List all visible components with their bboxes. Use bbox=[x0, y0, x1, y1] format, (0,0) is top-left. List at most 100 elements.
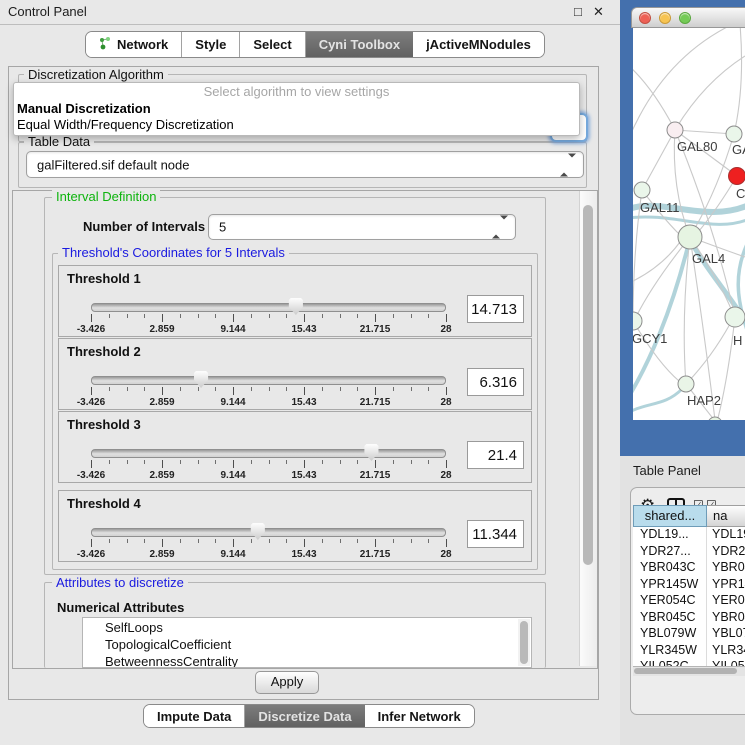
table-row[interactable]: YBR045CYBR04 bbox=[633, 610, 745, 627]
tab-style[interactable]: Style bbox=[182, 32, 240, 57]
table-cell-name[interactable]: YDL19 bbox=[707, 527, 745, 544]
slider-track[interactable] bbox=[91, 528, 446, 537]
slider-tick bbox=[357, 539, 358, 543]
threshold-3-slider[interactable]: -3.4262.8599.14415.4321.71528 bbox=[91, 446, 446, 480]
dropdown-option-equal-width[interactable]: Equal Width/Frequency Discretization bbox=[14, 117, 579, 133]
network-node-H-node[interactable] bbox=[725, 307, 745, 327]
close-panel-icon[interactable]: ✕ bbox=[593, 4, 604, 20]
slider-thumb[interactable] bbox=[250, 523, 266, 540]
table-row[interactable]: YDR27...YDR27 bbox=[633, 544, 745, 561]
network-edge-highlighted[interactable] bbox=[633, 217, 745, 224]
table-cell-shared-name[interactable]: YIL052C bbox=[633, 659, 707, 666]
tab-network[interactable]: Network bbox=[86, 32, 182, 57]
network-node-bottom-node[interactable] bbox=[708, 417, 722, 420]
attribute-item-betweennesscentrality[interactable]: BetweennessCentrality bbox=[83, 653, 531, 668]
threshold-2-slider[interactable]: -3.4262.8599.14415.4321.71528 bbox=[91, 373, 446, 407]
apply-button[interactable]: Apply bbox=[255, 671, 319, 694]
slider-track[interactable] bbox=[91, 303, 446, 312]
settings-vertical-scrollbar[interactable] bbox=[579, 191, 597, 666]
network-node-GAL80[interactable] bbox=[667, 122, 683, 138]
table-cell-name[interactable]: YBR04 bbox=[707, 610, 745, 627]
list-scrollbar-thumb[interactable] bbox=[520, 621, 528, 664]
table-row[interactable]: YPR145WYPR14 bbox=[633, 577, 745, 594]
network-edge[interactable] bbox=[633, 28, 733, 138]
threshold-4-value-field[interactable]: 11.344 bbox=[467, 520, 524, 548]
network-edge[interactable] bbox=[675, 56, 745, 130]
table-cell-name[interactable]: YPR14 bbox=[707, 577, 745, 594]
tab-select[interactable]: Select bbox=[240, 32, 305, 57]
slider-scale-label: 2.859 bbox=[149, 470, 174, 481]
scrollbar-thumb[interactable] bbox=[583, 205, 593, 565]
table-cell-shared-name[interactable]: YBR043C bbox=[633, 560, 707, 577]
table-cell-shared-name[interactable]: YPR145W bbox=[633, 577, 707, 594]
zoom-traffic-light-icon[interactable] bbox=[679, 12, 691, 24]
tab-cyni-toolbox[interactable]: Cyni Toolbox bbox=[306, 32, 413, 57]
table-row[interactable]: YLR345WYLR34 bbox=[633, 643, 745, 660]
threshold-4-slider[interactable]: -3.4262.8599.14415.4321.71528 bbox=[91, 525, 446, 559]
table-cell-shared-name[interactable]: YER054C bbox=[633, 593, 707, 610]
network-node-label: GCY1 bbox=[633, 331, 667, 346]
network-node-top-right-node[interactable] bbox=[726, 126, 742, 142]
tab-jactivemnodules[interactable]: jActiveMNodules bbox=[413, 32, 544, 57]
attribute-item-selfloops[interactable]: SelfLoops bbox=[83, 618, 531, 636]
table-horizontal-scrollbar[interactable] bbox=[633, 666, 745, 676]
slider-thumb[interactable] bbox=[193, 371, 209, 388]
network-edge[interactable] bbox=[734, 28, 742, 134]
network-canvas[interactable]: GAL80GACGAL11GAL4GCY1HHAP2 bbox=[633, 28, 745, 420]
table-cell-shared-name[interactable]: YBL079W bbox=[633, 626, 707, 643]
slider-track[interactable] bbox=[91, 376, 446, 385]
network-edge[interactable] bbox=[633, 321, 679, 381]
threshold-1-value-field[interactable]: 14.713 bbox=[467, 295, 524, 323]
network-edge[interactable] bbox=[633, 242, 680, 283]
close-traffic-light-icon[interactable] bbox=[639, 12, 651, 24]
tab-discretize-data[interactable]: Discretize Data bbox=[245, 705, 364, 727]
network-node-GAL11[interactable] bbox=[634, 182, 650, 198]
threshold-1-slider[interactable]: -3.4262.8599.14415.4321.71528 bbox=[91, 300, 446, 334]
network-node-HAP2[interactable] bbox=[678, 376, 694, 392]
combo-stepper-icon bbox=[492, 220, 508, 235]
list-scrollbar[interactable] bbox=[518, 619, 530, 666]
network-edge[interactable] bbox=[642, 130, 675, 190]
network-edge-highlighted[interactable] bbox=[633, 389, 682, 412]
table-cell-name[interactable]: YER05 bbox=[707, 593, 745, 610]
threshold-3-value-field[interactable]: 21.4 bbox=[467, 441, 524, 469]
tab-impute-data[interactable]: Impute Data bbox=[144, 705, 245, 727]
network-node-label: GAL4 bbox=[692, 251, 725, 266]
network-node-GAL4[interactable] bbox=[678, 225, 702, 249]
slider-track[interactable] bbox=[91, 449, 446, 458]
network-node-red-node[interactable] bbox=[729, 168, 745, 185]
table-cell-shared-name[interactable]: YBR045C bbox=[633, 610, 707, 627]
network-node-GCY1[interactable] bbox=[633, 312, 642, 330]
slider-thumb[interactable] bbox=[363, 444, 379, 461]
table-row[interactable]: YER054CYER05 bbox=[633, 593, 745, 610]
table-cell-name[interactable]: YLR34 bbox=[707, 643, 745, 660]
table-cell-shared-name[interactable]: YDL19... bbox=[633, 527, 707, 544]
network-edge[interactable] bbox=[633, 66, 675, 130]
table-data-combobox[interactable]: galFiltered.sif default node bbox=[26, 151, 584, 178]
table-row[interactable]: YDL19...YDL19 bbox=[633, 527, 745, 544]
table-cell-shared-name[interactable]: YDR27... bbox=[633, 544, 707, 561]
network-edge[interactable] bbox=[675, 130, 734, 134]
threshold-2-value-field[interactable]: 6.316 bbox=[467, 368, 524, 396]
table-cell-name[interactable]: YIL05 bbox=[707, 659, 745, 666]
table-cell-name[interactable]: YBL07 bbox=[707, 626, 745, 643]
table-row[interactable]: YIL052CYIL05 bbox=[633, 659, 745, 666]
column-header-shared-name[interactable]: shared... bbox=[633, 505, 707, 527]
table-row[interactable]: YBR043CYBR04 bbox=[633, 560, 745, 577]
network-edge[interactable] bbox=[686, 324, 730, 384]
dropdown-option-manual[interactable]: Manual Discretization bbox=[14, 101, 579, 117]
table-cell-name[interactable]: YBR04 bbox=[707, 560, 745, 577]
tab-infer-network[interactable]: Infer Network bbox=[365, 705, 474, 727]
network-edge[interactable] bbox=[636, 237, 690, 317]
float-panel-icon[interactable]: □ bbox=[574, 4, 582, 19]
table-row[interactable]: YBL079WYBL07 bbox=[633, 626, 745, 643]
column-header-name[interactable]: na bbox=[707, 505, 745, 527]
table-cell-shared-name[interactable]: YLR345W bbox=[633, 643, 707, 660]
table-hscrollbar-thumb[interactable] bbox=[634, 668, 737, 674]
slider-tick bbox=[357, 387, 358, 391]
number-of-intervals-combobox[interactable]: 5 bbox=[208, 214, 516, 240]
attribute-item-topologicalcoefficient[interactable]: TopologicalCoefficient bbox=[83, 636, 531, 653]
slider-thumb[interactable] bbox=[288, 298, 304, 315]
table-cell-name[interactable]: YDR27 bbox=[707, 544, 745, 561]
minimize-traffic-light-icon[interactable] bbox=[659, 12, 671, 24]
